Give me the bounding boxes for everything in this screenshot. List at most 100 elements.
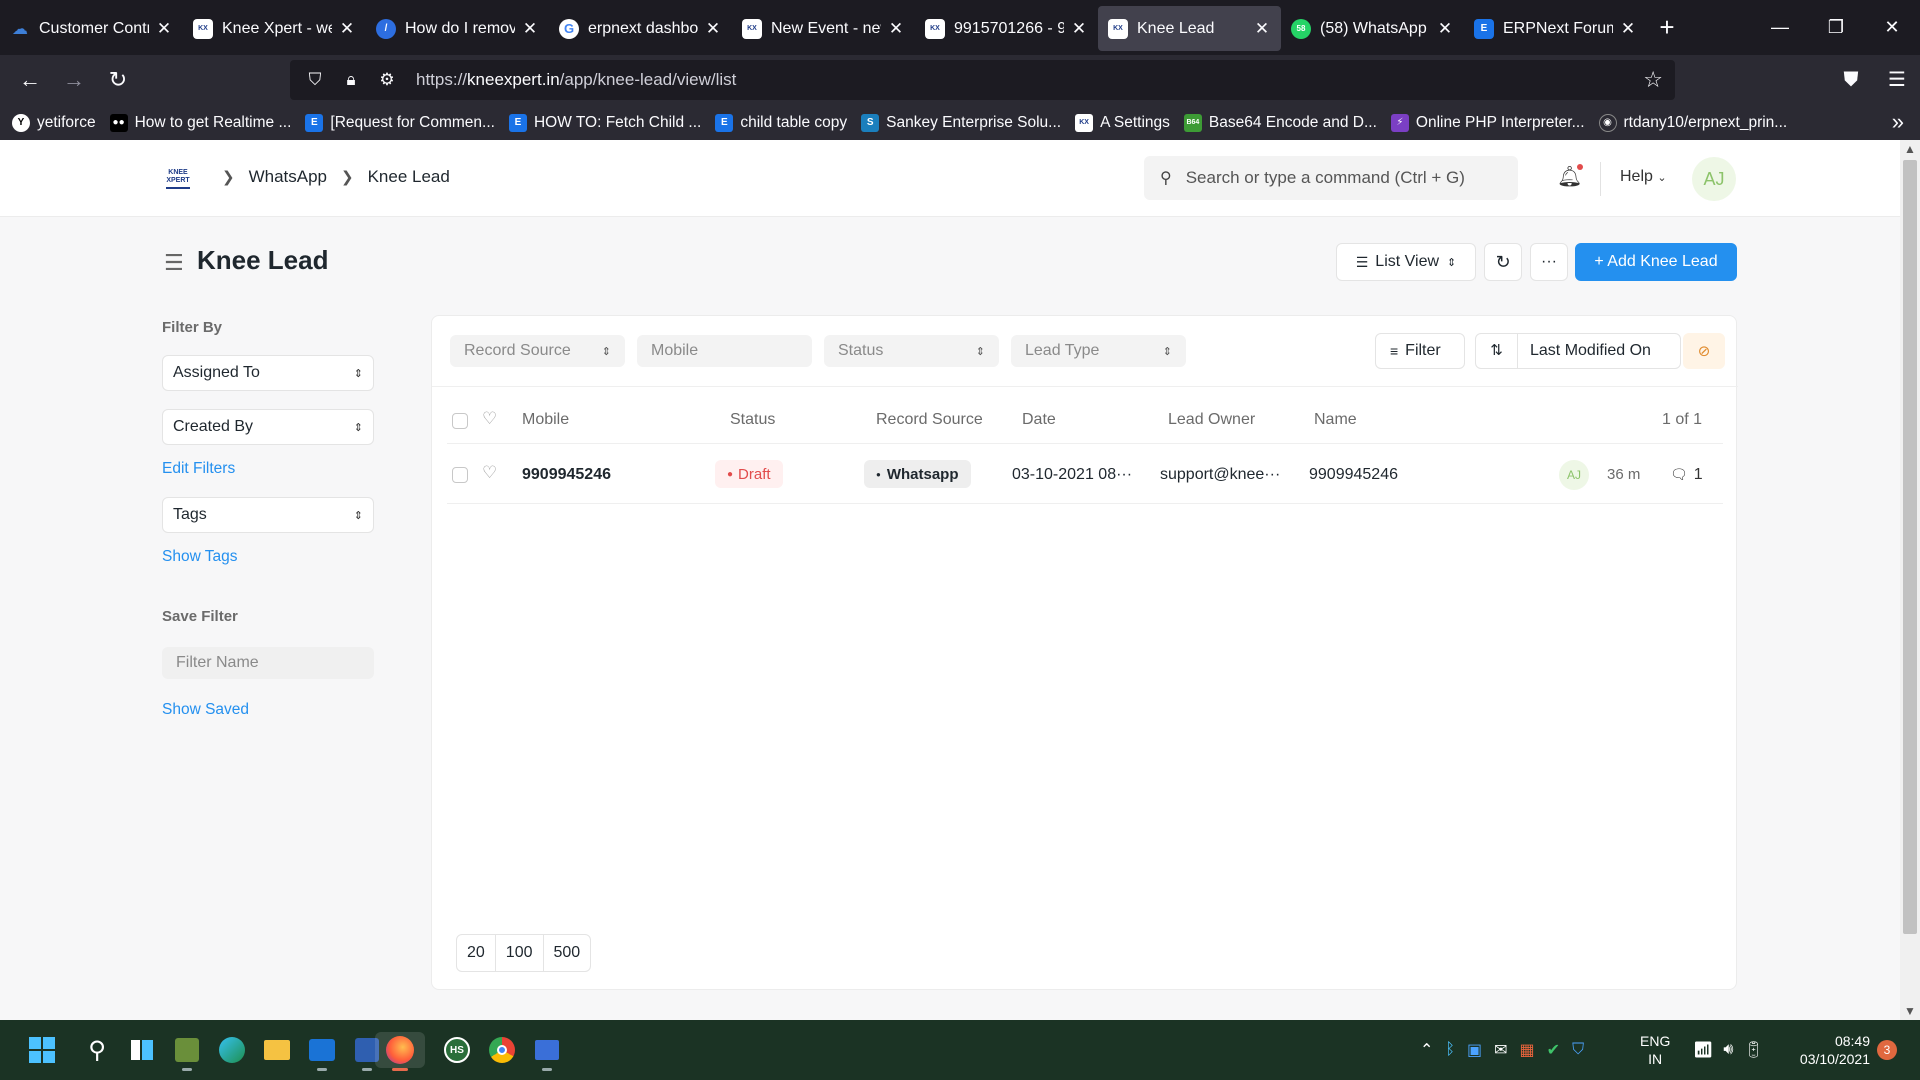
address-bar[interactable]: ⛉ 🔒︎ ⚙ https://kneexpert.in/app/knee-lea… xyxy=(290,60,1675,100)
bookmark-github[interactable]: ◉ rtdany10/erpnext_prin... xyxy=(1598,113,1787,132)
lead-type-filter[interactable]: Lead Type ⇕ xyxy=(1011,335,1186,367)
row-checkbox[interactable] xyxy=(452,467,468,483)
edge-icon[interactable] xyxy=(214,1032,250,1068)
tab-erpnext-dashboard[interactable]: G erpnext dashboa ✕ xyxy=(549,6,732,51)
mail-icon[interactable]: ✉ xyxy=(1494,1040,1507,1060)
page-size-500[interactable]: 500 xyxy=(544,935,591,971)
sort-order-icon[interactable]: ⇅ xyxy=(1476,334,1518,368)
defender-icon[interactable]: ⛉ xyxy=(1572,1041,1584,1059)
awesome-bar-search[interactable]: ⚲ Search or type a command (Ctrl + G) xyxy=(1144,156,1518,200)
mobile-filter[interactable]: Mobile xyxy=(637,335,812,367)
tags-dropdown[interactable]: Tags ⇕ xyxy=(162,497,374,533)
tab-whatsapp[interactable]: 58 (58) WhatsApp ✕ xyxy=(1281,6,1464,51)
cell-mobile[interactable]: 9909945246 xyxy=(522,466,611,484)
tab-new-event[interactable]: KX New Event - new ✕ xyxy=(732,6,915,51)
status-badge[interactable]: ● Draft xyxy=(715,460,783,488)
reload-icon[interactable]: ↻ xyxy=(96,67,140,93)
status-filter[interactable]: Status ⇕ xyxy=(824,335,999,367)
close-icon[interactable]: ✕ xyxy=(1070,19,1088,39)
refresh-button[interactable]: ↻ xyxy=(1484,243,1522,281)
permissions-icon[interactable]: ⚙ xyxy=(374,70,400,90)
bluetooth-icon[interactable]: ᛒ xyxy=(1445,1041,1455,1059)
scroll-up-icon[interactable]: ▲ xyxy=(1900,142,1920,156)
bookmark-realtime[interactable]: ●● How to get Realtime ... xyxy=(109,113,291,132)
column-header-lead-owner[interactable]: Lead Owner xyxy=(1168,411,1255,429)
restore-icon[interactable]: ❐ xyxy=(1808,0,1864,55)
remote-desktop-icon[interactable] xyxy=(529,1032,565,1071)
hamburger-menu-icon[interactable]: ☰ xyxy=(1874,55,1920,105)
cell-date[interactable]: 03-10-2021 08··· xyxy=(1012,466,1132,484)
language-indicator[interactable]: ENG IN xyxy=(1640,1032,1670,1068)
firefox-icon[interactable] xyxy=(375,1032,425,1071)
cell-name[interactable]: 9909945246 xyxy=(1309,466,1398,484)
filter-name-input[interactable]: Filter Name xyxy=(162,647,374,679)
column-header-date[interactable]: Date xyxy=(1022,411,1056,429)
close-icon[interactable]: ✕ xyxy=(338,19,356,39)
outlook-tray-icon[interactable]: ▣ xyxy=(1467,1040,1482,1060)
sort-selector[interactable]: ⇅ Last Modified On xyxy=(1475,333,1681,369)
tab-9915701266[interactable]: KX 9915701266 - 99 ✕ xyxy=(915,6,1098,51)
heart-icon[interactable]: ♡ xyxy=(482,409,497,429)
chrome-icon[interactable] xyxy=(484,1032,520,1068)
close-icon[interactable]: ✕ xyxy=(1436,19,1454,39)
office-icon[interactable]: ▦ xyxy=(1520,1040,1535,1060)
notification-bell-icon[interactable]: 🔔︎ xyxy=(1557,164,1584,189)
add-knee-lead-button[interactable]: + Add Knee Lead xyxy=(1575,243,1737,281)
close-icon[interactable]: ✕ xyxy=(887,19,905,39)
search-icon[interactable]: ⚲ xyxy=(79,1032,115,1068)
breadcrumb-knee-lead[interactable]: Knee Lead xyxy=(368,167,450,187)
page-size-100[interactable]: 100 xyxy=(496,935,544,971)
volume-icon[interactable]: 🔊︎ xyxy=(1723,1041,1733,1059)
chevron-up-icon[interactable]: ⌃ xyxy=(1420,1040,1433,1060)
show-tags-link[interactable]: Show Tags xyxy=(162,548,238,566)
bookmark-yetiforce[interactable]: Yyetiforce xyxy=(12,113,96,132)
created-by-dropdown[interactable]: Created By ⇕ xyxy=(162,409,374,445)
back-icon[interactable]: ← xyxy=(8,67,52,93)
comment-count[interactable]: 🗨︎ 1 xyxy=(1670,466,1703,484)
url-text[interactable]: https://kneexpert.in/app/knee-lead/view/… xyxy=(416,70,736,90)
close-icon[interactable]: ✕ xyxy=(1253,19,1271,39)
tab-customer-control[interactable]: ☁ Customer Contro ✕ xyxy=(0,6,183,51)
tab-how-do-i-remove[interactable]: / How do I remove ✕ xyxy=(366,6,549,51)
record-source-filter[interactable]: Record Source ⇕ xyxy=(450,335,625,367)
pocket-icon[interactable]: ⛊ xyxy=(1828,55,1874,105)
tab-knee-lead[interactable]: KX Knee Lead ✕ xyxy=(1098,6,1281,51)
column-header-name[interactable]: Name xyxy=(1314,411,1357,429)
close-icon[interactable]: ✕ xyxy=(1619,19,1637,39)
new-tab-button[interactable]: + xyxy=(1647,12,1687,43)
bookmark-sankey[interactable]: S Sankey Enterprise Solu... xyxy=(861,113,1061,132)
close-icon[interactable]: ✕ xyxy=(521,19,539,39)
column-header-record-source[interactable]: Record Source xyxy=(876,411,983,429)
breadcrumb-whatsapp[interactable]: WhatsApp xyxy=(249,167,327,187)
outlook-icon[interactable] xyxy=(304,1032,340,1071)
bookmark-fetch-child[interactable]: E HOW TO: Fetch Child ... xyxy=(508,113,701,132)
knee-xpert-logo[interactable]: KNEE XPERT xyxy=(163,166,193,192)
wifi-icon[interactable]: 📶︎ xyxy=(1693,1040,1713,1060)
clear-filters-button[interactable]: ⊘ xyxy=(1683,333,1725,369)
tab-knee-xpert[interactable]: KX Knee Xpert - wel ✕ xyxy=(183,6,366,51)
bookmark-base64[interactable]: B64 Base64 Encode and D... xyxy=(1183,113,1377,132)
bookmark-php[interactable]: ⚡ Online PHP Interpreter... xyxy=(1390,113,1585,132)
close-icon[interactable]: ✕ xyxy=(155,19,173,39)
page-size-20[interactable]: 20 xyxy=(457,935,496,971)
owner-avatar[interactable]: AJ xyxy=(1559,460,1589,490)
bookmark-request-for-comment[interactable]: E [Request for Commen... xyxy=(305,113,495,132)
hs-app-icon[interactable]: HS xyxy=(439,1032,475,1068)
sidebar-toggle-icon[interactable]: ☰ xyxy=(164,250,184,276)
assigned-to-dropdown[interactable]: Assigned To ⇕ xyxy=(162,355,374,391)
page-scrollbar[interactable]: ▲ ▼ xyxy=(1900,140,1920,1020)
lock-icon[interactable]: 🔒︎ xyxy=(338,70,364,90)
select-all-checkbox[interactable] xyxy=(452,413,468,429)
bookmark-child-table-copy[interactable]: Echild table copy xyxy=(715,113,847,132)
minimize-icon[interactable]: — xyxy=(1752,0,1808,55)
windows-start-icon[interactable] xyxy=(24,1032,60,1068)
close-icon[interactable]: ✕ xyxy=(704,19,722,39)
chevron-double-right-icon[interactable]: » xyxy=(1892,109,1904,135)
notification-count-badge[interactable]: 3 xyxy=(1877,1040,1897,1060)
check-icon[interactable]: ✔ xyxy=(1547,1040,1560,1060)
show-saved-link[interactable]: Show Saved xyxy=(162,701,249,719)
forward-icon[interactable]: → xyxy=(52,67,96,93)
scroll-down-icon[interactable]: ▼ xyxy=(1900,1004,1920,1018)
bookmark-settings[interactable]: KX A Settings xyxy=(1075,113,1170,132)
scrollbar-thumb[interactable] xyxy=(1903,160,1917,934)
